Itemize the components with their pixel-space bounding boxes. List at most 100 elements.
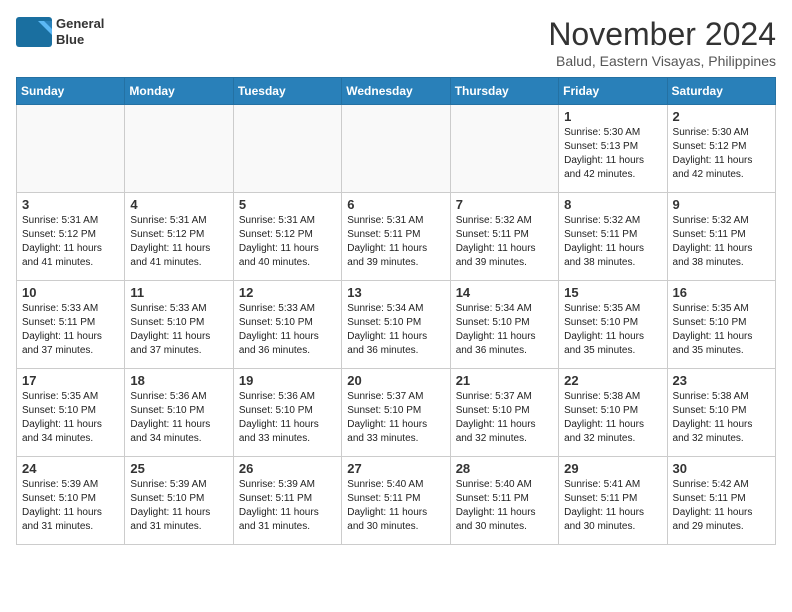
calendar-cell: 9 Sunrise: 5:32 AM Sunset: 5:11 PM Daylig… bbox=[667, 193, 775, 281]
day-number: 26 bbox=[239, 461, 336, 476]
day-info: Sunrise: 5:34 AM Sunset: 5:10 PM Dayligh… bbox=[347, 302, 444, 358]
calendar-cell: 19Sunrise: 5:36 AM Sunset: 5:10 PM Dayli… bbox=[233, 369, 341, 457]
calendar-table: SundayMondayTuesdayWednesdayThursdayFrid… bbox=[16, 77, 776, 545]
calendar-cell: 13 Sunrise: 5:34 AM Sunset: 5:10 PM Dayli… bbox=[342, 281, 450, 369]
day-number: 16 bbox=[673, 285, 770, 300]
calendar-cell: 11 Sunrise: 5:33 AM Sunset: 5:10 PM Dayli… bbox=[125, 281, 233, 369]
week-row-4: 17Sunrise: 5:35 AM Sunset: 5:10 PM Dayli… bbox=[17, 369, 776, 457]
day-header-tuesday: Tuesday bbox=[233, 78, 341, 105]
day-number: 7 bbox=[456, 197, 553, 212]
location-subtitle: Balud, Eastern Visayas, Philippines bbox=[548, 53, 776, 69]
day-number: 6 bbox=[347, 197, 444, 212]
day-info: Sunrise: 5:42 AM Sunset: 5:11 PM Dayligh… bbox=[673, 478, 770, 534]
day-number: 11 bbox=[130, 285, 227, 300]
calendar-cell: 22 Sunrise: 5:38 AM Sunset: 5:10 PM Dayli… bbox=[559, 369, 667, 457]
day-info: Sunrise: 5:39 AM Sunset: 5:10 PM Dayligh… bbox=[22, 478, 119, 534]
day-info: Sunrise: 5:30 AM Sunset: 5:12 PM Dayligh… bbox=[673, 126, 770, 182]
calendar-cell bbox=[125, 105, 233, 193]
day-info: Sunrise: 5:31 AM Sunset: 5:12 PM Dayligh… bbox=[239, 214, 336, 270]
day-info: Sunrise: 5:32 AM Sunset: 5:11 PM Dayligh… bbox=[673, 214, 770, 270]
calendar-cell: 6Sunrise: 5:31 AM Sunset: 5:11 PM Daylig… bbox=[342, 193, 450, 281]
calendar-cell bbox=[233, 105, 341, 193]
day-info: Sunrise: 5:39 AM Sunset: 5:11 PM Dayligh… bbox=[239, 478, 336, 534]
calendar-cell: 23 Sunrise: 5:38 AM Sunset: 5:10 PM Dayli… bbox=[667, 369, 775, 457]
calendar-cell bbox=[450, 105, 558, 193]
calendar-cell: 24 Sunrise: 5:39 AM Sunset: 5:10 PM Dayli… bbox=[17, 457, 125, 545]
calendar-cell: 25 Sunrise: 5:39 AM Sunset: 5:10 PM Dayli… bbox=[125, 457, 233, 545]
day-number: 19 bbox=[239, 373, 336, 388]
day-header-monday: Monday bbox=[125, 78, 233, 105]
logo: General Blue bbox=[16, 16, 104, 47]
day-header-sunday: Sunday bbox=[17, 78, 125, 105]
week-row-2: 3 Sunrise: 5:31 AM Sunset: 5:12 PM Daylig… bbox=[17, 193, 776, 281]
calendar-cell: 18Sunrise: 5:36 AM Sunset: 5:10 PM Dayli… bbox=[125, 369, 233, 457]
calendar-cell: 30 Sunrise: 5:42 AM Sunset: 5:11 PM Dayli… bbox=[667, 457, 775, 545]
day-number: 13 bbox=[347, 285, 444, 300]
calendar-cell: 28 Sunrise: 5:40 AM Sunset: 5:11 PM Dayli… bbox=[450, 457, 558, 545]
day-info: Sunrise: 5:38 AM Sunset: 5:10 PM Dayligh… bbox=[673, 390, 770, 446]
day-number: 27 bbox=[347, 461, 444, 476]
day-number: 5 bbox=[239, 197, 336, 212]
day-number: 21 bbox=[456, 373, 553, 388]
day-number: 29 bbox=[564, 461, 661, 476]
calendar-cell: 17Sunrise: 5:35 AM Sunset: 5:10 PM Dayli… bbox=[17, 369, 125, 457]
day-number: 25 bbox=[130, 461, 227, 476]
calendar-cell: 10 Sunrise: 5:33 AM Sunset: 5:11 PM Dayli… bbox=[17, 281, 125, 369]
day-number: 23 bbox=[673, 373, 770, 388]
title-block: November 2024 Balud, Eastern Visayas, Ph… bbox=[548, 16, 776, 69]
calendar-cell: 26 Sunrise: 5:39 AM Sunset: 5:11 PM Dayli… bbox=[233, 457, 341, 545]
day-number: 9 bbox=[673, 197, 770, 212]
calendar-cell: 3 Sunrise: 5:31 AM Sunset: 5:12 PM Daylig… bbox=[17, 193, 125, 281]
day-info: Sunrise: 5:33 AM Sunset: 5:10 PM Dayligh… bbox=[130, 302, 227, 358]
day-number: 15 bbox=[564, 285, 661, 300]
month-title: November 2024 bbox=[548, 16, 776, 53]
day-header-thursday: Thursday bbox=[450, 78, 558, 105]
calendar-cell: 1 Sunrise: 5:30 AM Sunset: 5:13 PM Daylig… bbox=[559, 105, 667, 193]
day-info: Sunrise: 5:30 AM Sunset: 5:13 PM Dayligh… bbox=[564, 126, 661, 182]
day-info: Sunrise: 5:39 AM Sunset: 5:10 PM Dayligh… bbox=[130, 478, 227, 534]
day-number: 3 bbox=[22, 197, 119, 212]
day-number: 8 bbox=[564, 197, 661, 212]
day-info: Sunrise: 5:33 AM Sunset: 5:10 PM Dayligh… bbox=[239, 302, 336, 358]
day-info: Sunrise: 5:32 AM Sunset: 5:11 PM Dayligh… bbox=[564, 214, 661, 270]
logo-text: General Blue bbox=[56, 16, 104, 47]
calendar-cell: 7 Sunrise: 5:32 AM Sunset: 5:11 PM Daylig… bbox=[450, 193, 558, 281]
calendar-cell: 20Sunrise: 5:37 AM Sunset: 5:10 PM Dayli… bbox=[342, 369, 450, 457]
day-number: 30 bbox=[673, 461, 770, 476]
calendar-header-row: SundayMondayTuesdayWednesdayThursdayFrid… bbox=[17, 78, 776, 105]
day-number: 28 bbox=[456, 461, 553, 476]
day-info: Sunrise: 5:38 AM Sunset: 5:10 PM Dayligh… bbox=[564, 390, 661, 446]
day-number: 18 bbox=[130, 373, 227, 388]
week-row-3: 10 Sunrise: 5:33 AM Sunset: 5:11 PM Dayli… bbox=[17, 281, 776, 369]
calendar-cell: 5 Sunrise: 5:31 AM Sunset: 5:12 PM Daylig… bbox=[233, 193, 341, 281]
page-header: General Blue November 2024 Balud, Easter… bbox=[16, 16, 776, 69]
calendar-cell: 12 Sunrise: 5:33 AM Sunset: 5:10 PM Dayli… bbox=[233, 281, 341, 369]
day-number: 2 bbox=[673, 109, 770, 124]
day-info: Sunrise: 5:33 AM Sunset: 5:11 PM Dayligh… bbox=[22, 302, 119, 358]
week-row-5: 24 Sunrise: 5:39 AM Sunset: 5:10 PM Dayli… bbox=[17, 457, 776, 545]
calendar-cell: 4Sunrise: 5:31 AM Sunset: 5:12 PM Daylig… bbox=[125, 193, 233, 281]
day-header-wednesday: Wednesday bbox=[342, 78, 450, 105]
day-info: Sunrise: 5:32 AM Sunset: 5:11 PM Dayligh… bbox=[456, 214, 553, 270]
calendar-cell: 15Sunrise: 5:35 AM Sunset: 5:10 PM Dayli… bbox=[559, 281, 667, 369]
week-row-1: 1 Sunrise: 5:30 AM Sunset: 5:13 PM Daylig… bbox=[17, 105, 776, 193]
calendar-cell: 8 Sunrise: 5:32 AM Sunset: 5:11 PM Daylig… bbox=[559, 193, 667, 281]
calendar-cell bbox=[17, 105, 125, 193]
day-info: Sunrise: 5:40 AM Sunset: 5:11 PM Dayligh… bbox=[456, 478, 553, 534]
day-header-saturday: Saturday bbox=[667, 78, 775, 105]
day-header-friday: Friday bbox=[559, 78, 667, 105]
calendar-cell: 14Sunrise: 5:34 AM Sunset: 5:10 PM Dayli… bbox=[450, 281, 558, 369]
day-info: Sunrise: 5:34 AM Sunset: 5:10 PM Dayligh… bbox=[456, 302, 553, 358]
day-info: Sunrise: 5:37 AM Sunset: 5:10 PM Dayligh… bbox=[456, 390, 553, 446]
day-number: 1 bbox=[564, 109, 661, 124]
day-number: 22 bbox=[564, 373, 661, 388]
calendar-cell: 2 Sunrise: 5:30 AM Sunset: 5:12 PM Daylig… bbox=[667, 105, 775, 193]
day-info: Sunrise: 5:41 AM Sunset: 5:11 PM Dayligh… bbox=[564, 478, 661, 534]
day-number: 4 bbox=[130, 197, 227, 212]
day-number: 12 bbox=[239, 285, 336, 300]
day-number: 10 bbox=[22, 285, 119, 300]
day-info: Sunrise: 5:31 AM Sunset: 5:12 PM Dayligh… bbox=[22, 214, 119, 270]
day-number: 24 bbox=[22, 461, 119, 476]
day-number: 20 bbox=[347, 373, 444, 388]
calendar-cell: 27Sunrise: 5:40 AM Sunset: 5:11 PM Dayli… bbox=[342, 457, 450, 545]
